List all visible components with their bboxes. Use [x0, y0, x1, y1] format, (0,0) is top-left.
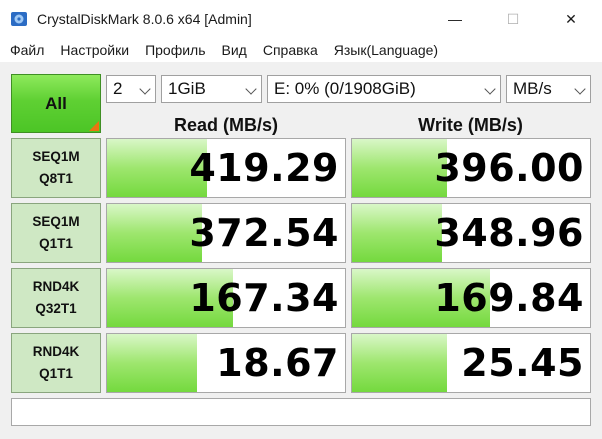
- drive-select[interactable]: E: 0% (0/1908GiB): [267, 75, 501, 103]
- window-title: CrystalDiskMark 8.0.6 x64 [Admin]: [37, 11, 252, 27]
- write-bar-fill: [352, 204, 443, 262]
- write-value: 25.45: [461, 341, 584, 385]
- read-value: 419.29: [189, 146, 339, 190]
- test-label-line2: Q1T1: [39, 366, 73, 381]
- minimize-button[interactable]: —: [432, 0, 478, 38]
- unit-value: MB/s: [513, 79, 552, 98]
- read-bar-fill: [107, 334, 198, 392]
- comment-input[interactable]: [11, 398, 591, 426]
- corner-triangle-icon: [89, 121, 99, 131]
- test-button-seq1m-q8t1[interactable]: SEQ1M Q8T1: [11, 138, 101, 198]
- test-label-line1: SEQ1M: [32, 149, 80, 164]
- write-result-rnd4k-q1t1: 25.45: [351, 333, 591, 393]
- read-result-rnd4k-q1t1: 18.67: [106, 333, 346, 393]
- test-size-select[interactable]: 1GiB: [161, 75, 262, 103]
- read-column-header: Read (MB/s): [173, 115, 278, 135]
- drive-value: E: 0% (0/1908GiB): [274, 79, 416, 98]
- title-bar: CrystalDiskMark 8.0.6 x64 [Admin] — ☐ ✕: [0, 0, 602, 38]
- maximize-icon: ☐: [506, 10, 520, 27]
- write-column-header: Write (MB/s): [418, 115, 523, 135]
- write-value: 169.84: [434, 276, 584, 320]
- close-button[interactable]: ✕: [548, 0, 594, 38]
- maximize-button[interactable]: ☐: [490, 0, 536, 38]
- menu-language[interactable]: Язык(Language): [326, 38, 446, 62]
- write-value: 348.96: [434, 211, 584, 255]
- read-result-seq1m-q1t1: 372.54: [106, 203, 346, 263]
- write-result-seq1m-q8t1: 396.00: [351, 138, 591, 198]
- main-panel: All 2 1GiB E: 0% (0/1908GiB) MB/s Read (…: [0, 62, 602, 439]
- close-icon: ✕: [565, 10, 577, 27]
- minimize-icon: —: [448, 11, 462, 27]
- test-label-line2: Q32T1: [35, 301, 77, 316]
- write-result-rnd4k-q32t1: 169.84: [351, 268, 591, 328]
- unit-select[interactable]: MB/s: [506, 75, 591, 103]
- test-button-seq1m-q1t1[interactable]: SEQ1M Q1T1: [11, 203, 101, 263]
- menu-bar: Файл Настройки Профиль Вид Справка Язык(…: [0, 38, 602, 62]
- run-all-label: All: [45, 93, 67, 113]
- test-button-rnd4k-q1t1[interactable]: RND4K Q1T1: [11, 333, 101, 393]
- read-bar-fill: [107, 204, 203, 262]
- chevron-down-icon: [245, 83, 257, 95]
- test-label-line1: RND4K: [32, 344, 80, 359]
- test-size-value: 1GiB: [168, 79, 206, 98]
- write-result-seq1m-q1t1: 348.96: [351, 203, 591, 263]
- read-value: 372.54: [189, 211, 339, 255]
- test-label-line2: Q1T1: [39, 236, 73, 251]
- menu-settings[interactable]: Настройки: [52, 38, 137, 62]
- test-count-select[interactable]: 2: [106, 75, 156, 103]
- menu-file[interactable]: Файл: [2, 38, 52, 62]
- write-bar-fill: [352, 139, 448, 197]
- test-count-value: 2: [113, 79, 123, 98]
- test-label-line2: Q8T1: [39, 171, 73, 186]
- menu-help[interactable]: Справка: [255, 38, 326, 62]
- run-all-button[interactable]: All: [11, 74, 101, 133]
- chevron-down-icon: [574, 83, 586, 95]
- read-value: 18.67: [216, 341, 339, 385]
- read-value: 167.34: [189, 276, 339, 320]
- menu-profile[interactable]: Профиль: [137, 38, 213, 62]
- test-button-rnd4k-q32t1[interactable]: RND4K Q32T1: [11, 268, 101, 328]
- test-label-line1: RND4K: [32, 279, 80, 294]
- crystaldiskmark-disk-icon: [11, 12, 27, 26]
- test-label-line1: SEQ1M: [32, 214, 80, 229]
- chevron-down-icon: [139, 83, 151, 95]
- menu-view[interactable]: Вид: [214, 38, 255, 62]
- read-result-seq1m-q8t1: 419.29: [106, 138, 346, 198]
- write-bar-fill: [352, 334, 448, 392]
- write-value: 396.00: [434, 146, 584, 190]
- read-result-rnd4k-q32t1: 167.34: [106, 268, 346, 328]
- chevron-down-icon: [484, 83, 496, 95]
